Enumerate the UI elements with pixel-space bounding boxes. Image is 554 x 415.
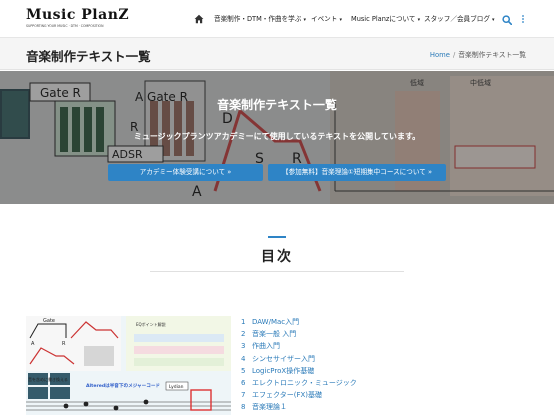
toc-item[interactable]: 1 DAW/Mac入門 — [241, 316, 357, 328]
nav-item-about[interactable]: Music Planzについて ▾ — [351, 13, 420, 26]
thumb-label: A — [31, 341, 35, 347]
page-title-bar: 音楽制作テキスト一覧 Home / 音楽制作テキスト一覧 — [0, 38, 554, 70]
chevron-down-icon: ▾ — [303, 17, 306, 23]
nav-label: イベント — [311, 15, 338, 23]
toc-accent-line — [268, 236, 286, 238]
page-title: 音楽制作テキスト一覧 — [26, 49, 151, 64]
toc-item[interactable]: 8 音楽理論１ — [241, 401, 357, 413]
trial-lesson-button[interactable]: アカデミー体験受講について » — [108, 164, 263, 181]
toc-item[interactable]: 4 シンセサイザー入門 — [241, 353, 357, 365]
toc-item[interactable]: 3 作曲入門 — [241, 340, 357, 352]
thumb-label: 音を含めに書き換える — [28, 376, 68, 382]
logo-text: Music PlanZ — [26, 7, 130, 23]
toc-item-link[interactable]: エレクトロニック・ミュージック — [252, 379, 357, 387]
toc-item-number: 2 — [241, 330, 246, 339]
toc-thumbnail-image[interactable]: Gate A R EQポイント解説 Alteredは半音下のメジャーコード 音を… — [26, 316, 231, 415]
toc-item-link[interactable]: シンセサイザー入門 — [252, 355, 315, 363]
breadcrumb-current: 音楽制作テキスト一覧 — [458, 51, 526, 59]
thumbnail-diagram: Gate A R EQポイント解説 Alteredは半音下のメジャーコード 音を… — [26, 316, 231, 415]
breadcrumb-home[interactable]: Home — [430, 51, 450, 59]
nav-label: Music Planzについて — [351, 15, 416, 23]
nav-item-events[interactable]: イベント ▾ — [311, 13, 342, 26]
toc-item-link[interactable]: 作曲入門 — [252, 342, 280, 350]
nav-label: スタッフ／会員ブログ — [424, 15, 490, 23]
hero-subtitle: ミュージックプランツアカデミーにて使用しているテキストを公開しています。 — [133, 132, 421, 141]
toc-item-number: 7 — [241, 391, 246, 400]
toc-item[interactable]: 5 LogicProX操作基礎 — [241, 365, 357, 377]
toc-item[interactable]: 7 エフェクター(FX)基礎 — [241, 389, 357, 401]
toc-item[interactable]: 2 音楽一般 入門 — [241, 328, 357, 340]
nav-item-learn[interactable]: 音楽制作・DTM・作曲を学ぶ ▾ — [214, 13, 306, 26]
chevron-down-icon: ▾ — [492, 17, 495, 23]
toc-list: 1 DAW/Mac入門 2 音楽一般 入門 3 作曲入門 4 シンセサイザー入門 5 Lo… — [241, 316, 357, 414]
main-nav: 音楽制作・DTM・作曲を学ぶ ▾ イベント ▾ Music Planzについて … — [194, 13, 526, 25]
thumb-label: Gate — [43, 318, 55, 324]
chevron-down-icon: ▾ — [339, 17, 342, 23]
nav-label: 音楽制作・DTM・作曲を学ぶ — [214, 15, 302, 23]
chevron-down-icon: ▾ — [417, 17, 421, 23]
toc-item-link[interactable]: DAW/Mac入門 — [252, 318, 299, 326]
toc-item-link[interactable]: 音楽理論１ — [252, 403, 287, 411]
logo-tagline: SUPPORTING YOUR MUSIC · DTM · COMPOSITIO… — [26, 24, 104, 28]
toc-heading: 目次 — [261, 249, 293, 265]
toc-item-link[interactable]: LogicProX操作基礎 — [252, 367, 314, 375]
search-icon[interactable] — [502, 15, 512, 25]
thumb-label: Alteredは半音下のメジャーコード — [86, 382, 160, 389]
toc-item-number: 8 — [241, 403, 246, 412]
site-header: Music PlanZ SUPPORTING YOUR MUSIC · DTM … — [0, 0, 554, 38]
breadcrumb: Home / 音楽制作テキスト一覧 — [430, 49, 526, 59]
toc-item-link[interactable]: 音楽一般 入門 — [252, 330, 296, 338]
site-logo[interactable]: Music PlanZ SUPPORTING YOUR MUSIC · DTM … — [26, 8, 129, 28]
toc-item-number: 1 — [241, 318, 246, 326]
thumb-label: EQポイント解説 — [136, 321, 166, 327]
free-course-button[interactable]: 【参加無料】音楽理論①短期集中コースについて » — [268, 164, 446, 181]
home-icon[interactable] — [194, 14, 204, 24]
toc-item-number: 3 — [241, 342, 246, 351]
thumb-label: Lydian — [169, 384, 184, 390]
toc-item-number: 6 — [241, 379, 246, 388]
more-vertical-icon[interactable] — [520, 14, 526, 24]
hero-title: 音楽制作テキスト一覧 — [217, 98, 337, 112]
hero-banner: Gate R A Gate R ADSR A D S R R 低域 中低域 音楽… — [0, 71, 554, 204]
toc-item-number: 5 — [241, 366, 246, 375]
toc-item-number: 4 — [241, 354, 246, 363]
toc-item-link[interactable]: エフェクター(FX)基礎 — [252, 391, 322, 399]
thumb-label: R — [62, 341, 66, 347]
toc-divider — [150, 271, 404, 272]
breadcrumb-separator: / — [452, 51, 456, 59]
nav-item-blog[interactable]: スタッフ／会員ブログ ▾ — [424, 13, 495, 26]
toc-item[interactable]: 6 エレクトロニック・ミュージック — [241, 377, 357, 389]
